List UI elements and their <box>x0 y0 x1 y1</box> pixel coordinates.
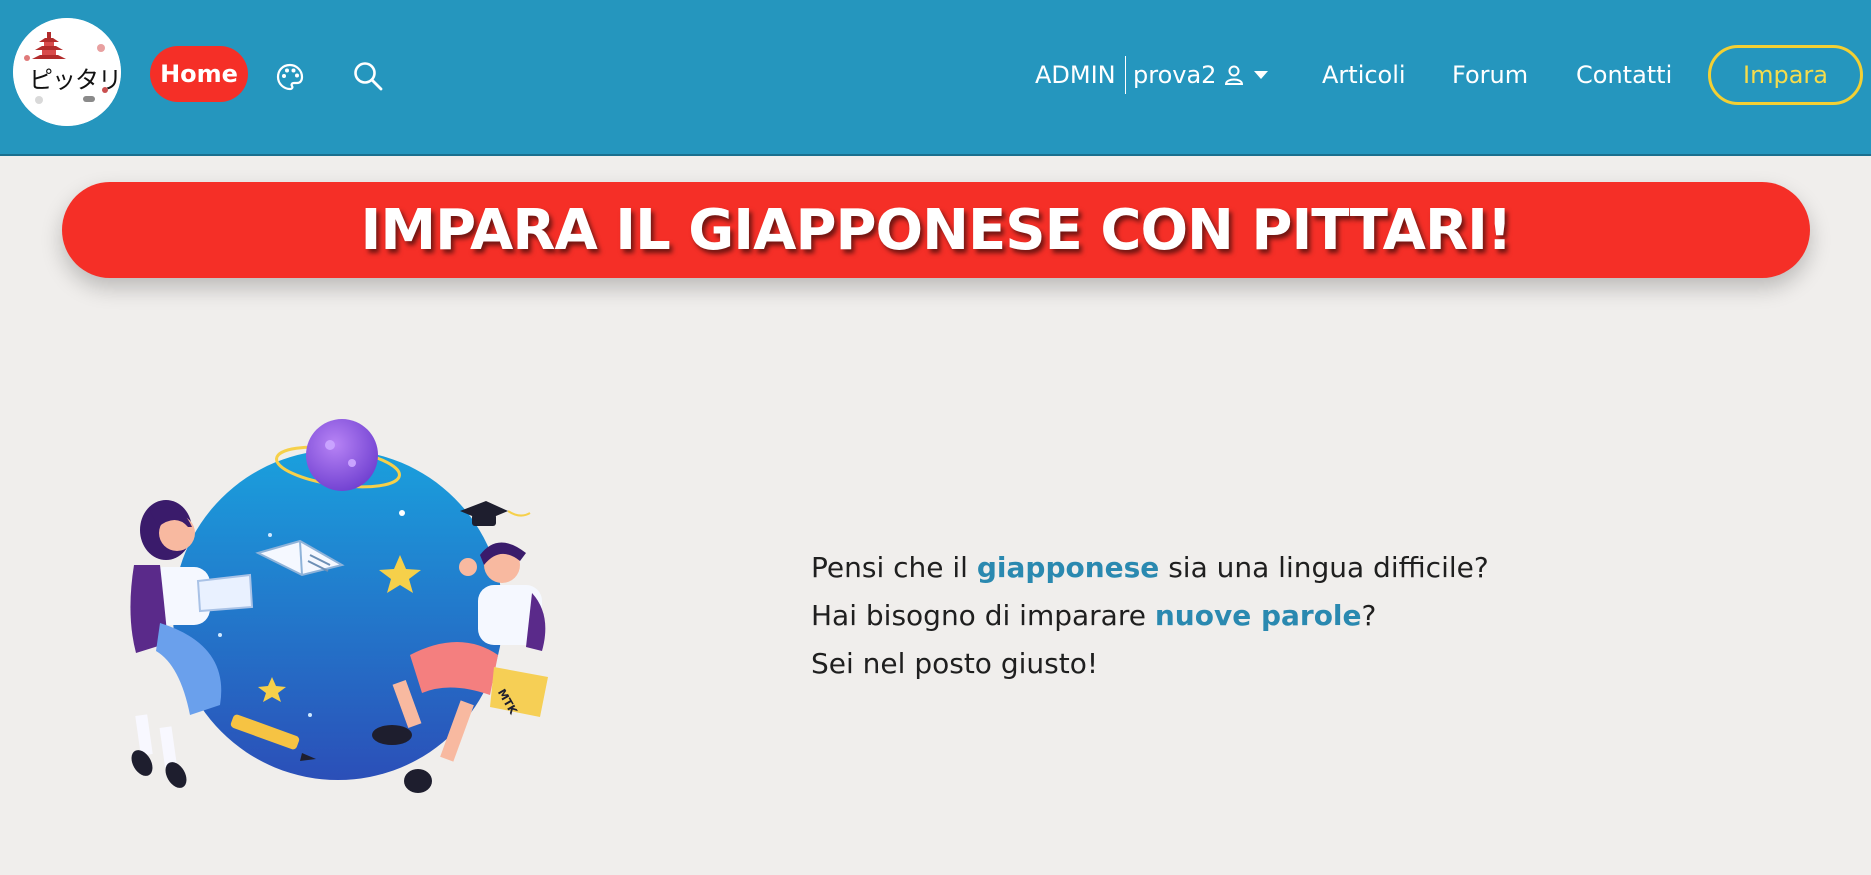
user-divider <box>1125 56 1126 94</box>
intro-line-2-post: ? <box>1361 599 1377 632</box>
intro-line-3: Sei nel posto giusto! <box>811 647 1099 680</box>
nav-link-articoli[interactable]: Articoli <box>1322 60 1406 90</box>
site-logo[interactable]: ピッタリ <box>13 18 121 126</box>
highlight-giapponese: giapponese <box>976 551 1160 584</box>
hero-banner: IMPARA IL GIAPPONESE CON PITTARI! <box>62 182 1810 278</box>
palette-icon[interactable] <box>275 62 305 92</box>
intro-line-2: Hai bisogno di imparare nuove parole? <box>811 592 1571 640</box>
highlight-nuove-parole: nuove parole <box>1154 599 1362 632</box>
chevron-down-icon <box>1254 71 1269 79</box>
user-icon <box>1225 65 1244 85</box>
planet-shape <box>306 419 378 491</box>
intro-line-2-pre: Hai bisogno di imparare <box>811 599 1155 632</box>
user-menu-dropdown[interactable]: prova2 <box>1133 60 1269 90</box>
home-button[interactable]: Home <box>150 46 248 102</box>
intro-line-1-post: sia una lingua difficile? <box>1159 551 1489 584</box>
nav-link-contatti[interactable]: Contatti <box>1576 60 1672 90</box>
navbar: ピッタリ Home ADMIN prova2 Articoli Forum Co… <box>0 0 1871 156</box>
hero-title: IMPARA IL GIAPPONESE CON PITTARI! <box>360 197 1513 263</box>
admin-link[interactable]: ADMIN <box>1035 60 1116 90</box>
intro-line-1: Pensi che il giapponese sia una lingua d… <box>811 544 1571 592</box>
intro-line-1-pre: Pensi che il <box>811 551 977 584</box>
intro-text: Pensi che il giapponese sia una lingua d… <box>811 544 1571 688</box>
logo-text: ピッタリ <box>29 66 121 94</box>
username-label: prova2 <box>1133 61 1217 89</box>
search-icon[interactable] <box>352 60 384 92</box>
impara-button[interactable]: Impara <box>1708 45 1863 105</box>
nav-link-forum[interactable]: Forum <box>1452 60 1528 90</box>
students-space-illustration: MTK <box>130 419 548 793</box>
